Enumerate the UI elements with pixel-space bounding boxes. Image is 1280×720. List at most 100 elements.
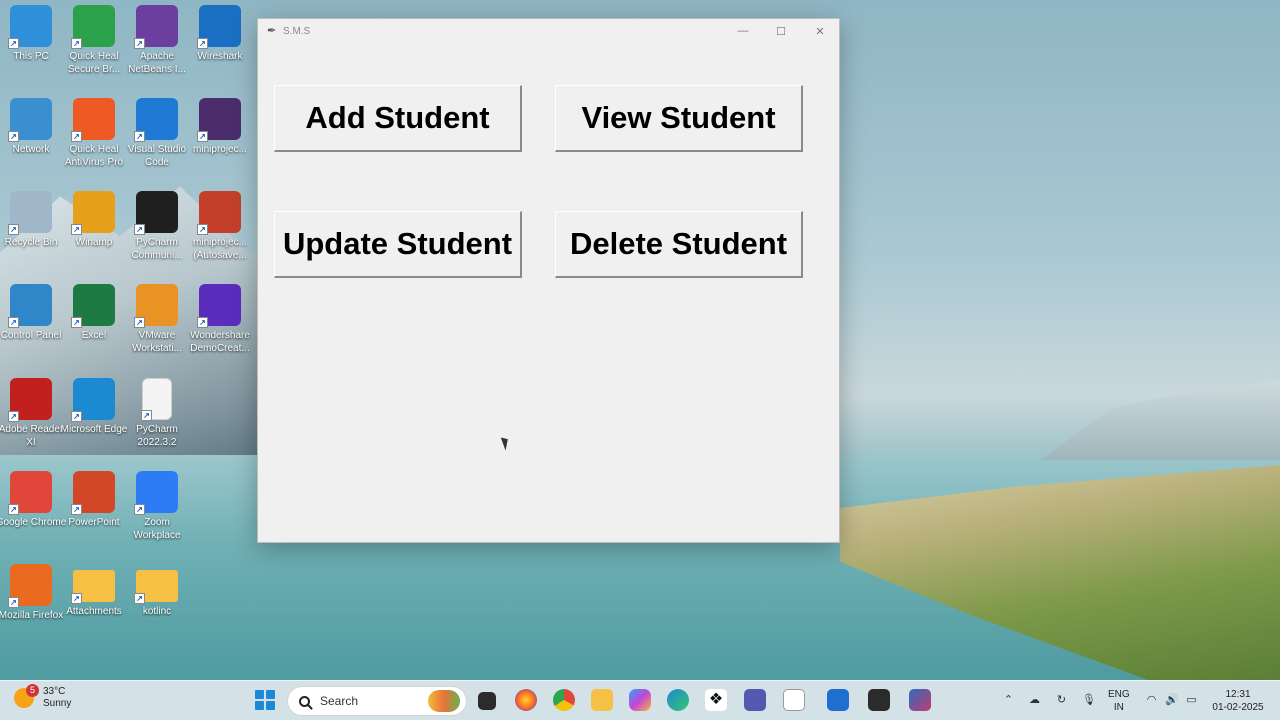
volume-icon[interactable]: 🔊: [1165, 694, 1179, 707]
shortcut-arrow-icon: ↗: [8, 131, 19, 142]
folder-icon: ↗: [71, 570, 115, 604]
add-student-button[interactable]: Add Student: [274, 85, 522, 152]
chevron-up-icon[interactable]: ⌃: [1002, 694, 1015, 707]
desktop-icon[interactable]: ↗ kotlinc: [126, 564, 188, 652]
window-titlebar[interactable]: ✒ S.M.S — ☐ ✕: [258, 19, 839, 43]
taskbar-search[interactable]: Search: [287, 686, 467, 716]
chrome-taskbar-icon[interactable]: [553, 689, 575, 711]
desktop-icon[interactable]: ↗ PyCharm Communi...: [126, 191, 188, 279]
desktop-icon[interactable]: ↗ PyCharm 2022.3.2: [126, 378, 188, 466]
desktop-icon[interactable]: ↗ Google Chrome: [0, 471, 66, 559]
desktop-icon[interactable]: ↗ Winamp: [63, 191, 125, 279]
shortcut-arrow-icon: ↗: [8, 38, 19, 49]
close-button[interactable]: ✕: [801, 19, 839, 43]
firefox-icon: ↗: [8, 564, 52, 608]
excel-icon: ↗: [71, 284, 115, 328]
desktop-icon[interactable]: ↗ Attachments: [63, 564, 125, 652]
file-explorer-icon[interactable]: [591, 689, 613, 711]
view-student-button[interactable]: View Student: [555, 85, 803, 152]
microphone-icon[interactable]: 🎙: [1082, 694, 1096, 707]
recycle-bin-icon: ↗: [8, 191, 52, 235]
desktop-icon[interactable]: ↗ Network: [0, 98, 62, 186]
desktop-icon[interactable]: ↗ Mozilla Firefox: [0, 564, 63, 652]
desktop-icon-label: Zoom Workplace: [133, 517, 181, 541]
clock[interactable]: 12:31 01-02-2025: [1208, 688, 1268, 714]
video-file-icon: ↗: [197, 98, 241, 142]
desktop-icon[interactable]: ↗ Wireshark: [189, 5, 251, 93]
shortcut-arrow-icon: ↗: [134, 38, 145, 49]
desktop-icon[interactable]: ↗ Microsoft Edge: [61, 378, 127, 466]
sync-icon[interactable]: ↻: [1055, 694, 1068, 707]
start-button[interactable]: [255, 690, 275, 710]
shortcut-arrow-icon: ↗: [8, 317, 19, 328]
update-student-button[interactable]: Update Student: [274, 211, 522, 278]
amazon-icon[interactable]: [783, 689, 805, 711]
desktop-icon-label: miniprojec...: [193, 144, 247, 155]
desktop-icon[interactable]: ↗ Visual Studio Code: [126, 98, 188, 186]
shortcut-arrow-icon: ↗: [197, 131, 208, 142]
weather-widget[interactable]: 5 33°C Sunny: [14, 684, 71, 710]
vmware-icon: ↗: [134, 284, 178, 328]
shortcut-arrow-icon: ↗: [8, 224, 19, 235]
battery-icon[interactable]: ▭: [1185, 694, 1198, 707]
minimize-button[interactable]: —: [724, 19, 762, 43]
shortcut-arrow-icon: ↗: [8, 411, 19, 422]
task-view-icon[interactable]: [478, 692, 496, 710]
desktop-icon[interactable]: ↗ This PC: [0, 5, 62, 93]
desktop-icon[interactable]: ↗ Recycle Bin: [0, 191, 62, 279]
terminal-icon[interactable]: [868, 689, 890, 711]
clock-date: 01-02-2025: [1212, 702, 1264, 713]
desktop-icon[interactable]: ↗ Excel: [63, 284, 125, 372]
desktop-icon[interactable]: ↗ Adobe Reader XI: [0, 378, 63, 466]
netbeans-icon: ↗: [134, 5, 178, 49]
zoom-icon: ↗: [134, 471, 178, 515]
desktop-icon-label: Wondershare DemoCreat...: [190, 330, 250, 354]
shortcut-arrow-icon: ↗: [8, 597, 19, 608]
search-highlight-icon: [428, 690, 460, 712]
desktop-icon[interactable]: ↗ Apache NetBeans I...: [126, 5, 188, 93]
shortcut-arrow-icon: ↗: [141, 410, 152, 421]
teams-icon[interactable]: [744, 689, 766, 711]
shortcut-arrow-icon: ↗: [71, 224, 82, 235]
firefox-taskbar-icon[interactable]: [515, 689, 537, 711]
desktop-icon[interactable]: ↗ Control Panel: [0, 284, 62, 372]
maximize-button[interactable]: ☐: [762, 19, 800, 43]
desktop-icon[interactable]: ↗ VMware Workstati...: [126, 284, 188, 372]
snipping-tool-icon[interactable]: [909, 689, 931, 711]
language-indicator[interactable]: ENG IN: [1108, 688, 1130, 714]
desktop-icon[interactable]: ↗ Quick Heal Secure Br...: [63, 5, 125, 93]
shortcut-arrow-icon: ↗: [71, 504, 82, 515]
shortcut-arrow-icon: ↗: [71, 38, 82, 49]
onedrive-icon[interactable]: ☁: [1028, 694, 1041, 707]
wifi-icon[interactable]: ◠: [1145, 694, 1158, 707]
chrome-icon: ↗: [8, 471, 52, 515]
desktop-icon[interactable]: ↗ Quick Heal AntiVirus Pro: [63, 98, 125, 186]
powerpoint-icon: ↗: [71, 471, 115, 515]
shortcut-arrow-icon: ↗: [197, 317, 208, 328]
desktop-icon[interactable]: ↗ miniprojec...: [189, 98, 251, 186]
desktop-icon[interactable]: ↗ PowerPoint: [63, 471, 125, 559]
shortcut-arrow-icon: ↗: [134, 504, 145, 515]
this-pc-icon: ↗: [8, 5, 52, 49]
copilot-icon[interactable]: [629, 689, 651, 711]
store-icon[interactable]: [827, 689, 849, 711]
search-icon: [299, 695, 310, 707]
wireshark-icon: ↗: [197, 5, 241, 49]
shortcut-arrow-icon: ↗: [134, 131, 145, 142]
desktop-icon[interactable]: ↗ miniprojec... (Autosave...: [189, 191, 251, 279]
shortcut-arrow-icon: ↗: [71, 317, 82, 328]
desktop-icon-label: miniprojec... (Autosave...: [193, 237, 247, 261]
folder-icon: ↗: [134, 570, 178, 604]
edge-taskbar-icon[interactable]: [667, 689, 689, 711]
delete-student-button[interactable]: Delete Student: [555, 211, 803, 278]
language-code: ENG: [1108, 689, 1130, 700]
shortcut-arrow-icon: ↗: [197, 224, 208, 235]
dropbox-icon[interactable]: ❖: [705, 689, 727, 711]
shortcut-arrow-icon: ↗: [8, 504, 19, 515]
search-label: Search: [320, 694, 359, 708]
shortcut-arrow-icon: ↗: [134, 317, 145, 328]
desktop-icon[interactable]: ↗ Zoom Workplace: [126, 471, 188, 559]
desktop-icon[interactable]: ↗ Wondershare DemoCreat...: [189, 284, 251, 372]
network-icon: ↗: [8, 98, 52, 142]
clock-time: 12:31: [1225, 689, 1251, 700]
